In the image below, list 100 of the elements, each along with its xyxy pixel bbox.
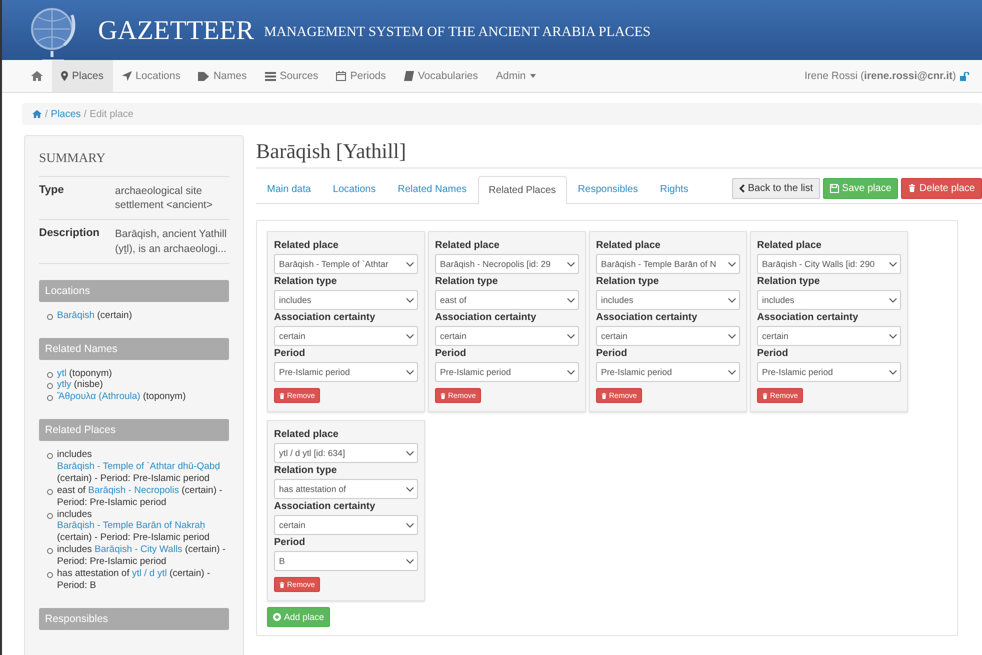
select-field[interactable]: certain [757, 326, 901, 346]
bullet-icon [47, 383, 53, 390]
section-header: Related Names [39, 338, 229, 360]
select-field[interactable]: certain [274, 515, 418, 535]
caret-icon [530, 74, 536, 78]
select-field[interactable]: certain [435, 326, 579, 346]
summary-list-item: ytly (nisbe) [57, 379, 103, 392]
summary-value: Barāqish, ancient Yathill (yṯl), is an archaeologi... [115, 227, 227, 256]
field-label: Related place [435, 240, 500, 251]
page-title: Barāqish [Yathill] [256, 139, 982, 169]
user-name[interactable]: Irene Rossi (irene.rossi@cnr.it) [804, 70, 956, 82]
place-link[interactable]: ytl [57, 368, 66, 379]
delete-button[interactable]: Delete place [901, 178, 982, 198]
place-link[interactable]: Barāqish [57, 310, 94, 321]
nav-item[interactable]: Locations [112, 60, 190, 92]
field-label: Association certainty [757, 312, 860, 323]
nav-item[interactable]: Places [52, 60, 113, 92]
nav-item[interactable]: Periods [327, 60, 395, 92]
nav-item[interactable]: Names [189, 60, 256, 92]
section-header: Related Places [39, 419, 229, 442]
back-button[interactable]: Back to the list [732, 178, 820, 198]
chevron-down-icon [889, 262, 897, 266]
place-link[interactable]: Barāqish - Necropolis [88, 484, 179, 496]
summary-list-item: Barāqish (certain) [57, 310, 132, 322]
field-label: Related place [274, 240, 340, 251]
unlock-icon[interactable] [960, 72, 970, 80]
select-field[interactable]: includes [757, 290, 901, 310]
field-label: Association certainty [435, 312, 538, 323]
trash-icon [440, 392, 446, 398]
select-field[interactable]: Barāqish - City Walls [id: 290 [757, 254, 901, 274]
list-icon [264, 72, 276, 80]
chevron-down-icon [406, 486, 414, 492]
breadcrumb-current: Edit place [90, 108, 134, 120]
field-label: Period [596, 348, 628, 359]
place-link[interactable]: Barāqish - City Walls [94, 544, 182, 556]
tab[interactable]: Related Names [386, 175, 478, 203]
place-link[interactable]: ytly [57, 379, 72, 390]
select-field[interactable]: Pre-Islamic period [435, 362, 579, 382]
plus-circle-icon [273, 613, 281, 621]
location-arrow-icon [122, 71, 132, 81]
section-header: Responsibles [39, 608, 229, 630]
summary-value: archaeological site settlement <ancient> [115, 184, 212, 212]
separator: / [84, 108, 87, 120]
select-field[interactable]: Pre-Islamic period [274, 362, 418, 382]
field-label: Association certainty [274, 312, 376, 323]
bullet-icon [47, 453, 53, 460]
app-subtitle: MANAGEMENT SYSTEM OF THE ANCIENT ARABIA PLACES [264, 25, 651, 41]
chevron-down-icon [406, 298, 414, 302]
select-field[interactable]: certain [596, 326, 740, 346]
chevron-down-icon [406, 334, 414, 338]
bullet-icon [47, 548, 53, 554]
tab[interactable]: Main data [256, 175, 322, 203]
chevron-down-icon [567, 262, 575, 266]
field-label: Related place [274, 429, 340, 440]
chevron-down-icon [889, 370, 897, 374]
select-field[interactable]: Barāqish - Necropolis [id: 29 [435, 254, 579, 274]
select-field[interactable]: Barāqish - Temple Barān of N [596, 254, 740, 274]
select-field[interactable]: includes [274, 290, 418, 310]
add-place-button[interactable]: Add place [267, 607, 330, 627]
select-field[interactable]: includes [596, 290, 740, 310]
field-label: Association certainty [596, 312, 698, 323]
nav-item[interactable]: Vocabularies [394, 60, 487, 92]
admin-menu[interactable]: Admin [487, 60, 545, 92]
section-header: Locations [39, 280, 229, 302]
place-link[interactable]: ytl / d ytl [132, 568, 167, 579]
tab[interactable]: Rights [648, 175, 700, 203]
tab[interactable]: Responsibles [566, 175, 649, 203]
select-field[interactable]: Barāqish - Temple of `Athtar [274, 254, 418, 274]
field-label: Relation type [274, 465, 338, 476]
place-link[interactable]: Barāqish - Temple Barān of Nakraḥ [57, 520, 206, 532]
select-field[interactable]: has attestation of [274, 479, 418, 499]
chevron-left-icon [738, 184, 745, 192]
chevron-down-icon [728, 298, 736, 302]
bullet-icon [47, 572, 53, 578]
select-field[interactable]: Pre-Islamic period [757, 362, 901, 382]
select-field[interactable]: Pre-Islamic period [596, 362, 740, 382]
tab[interactable]: Related Places [478, 176, 567, 204]
chevron-down-icon [406, 450, 414, 456]
trash-icon [762, 392, 768, 398]
trash-icon [601, 392, 607, 398]
chevron-down-icon [567, 370, 575, 374]
tab[interactable]: Locations [322, 175, 387, 203]
select-field[interactable]: certain [274, 326, 418, 346]
chevron-down-icon [406, 262, 414, 266]
chevron-down-icon [889, 334, 897, 338]
breadcrumb-link[interactable]: Places [50, 108, 81, 120]
select-field[interactable]: east of [435, 290, 579, 310]
place-link[interactable]: Ἄθρουλα (Athroula) [57, 391, 140, 402]
select-field[interactable]: B [274, 551, 418, 571]
place-link[interactable]: Barāqish - Temple of `Athtar dhū-Qabḍ [57, 461, 220, 472]
bullet-icon [47, 488, 53, 495]
trash-icon [279, 582, 285, 588]
chevron-down-icon [406, 522, 414, 528]
summary-list-item: ytl (toponym) [57, 368, 112, 380]
nav-item[interactable]: Sources [256, 60, 328, 92]
summary-label: Type [39, 184, 65, 198]
home-icon[interactable] [32, 110, 42, 118]
field-label: Relation type [274, 276, 338, 287]
save-button[interactable]: Save place [822, 178, 898, 198]
select-field[interactable]: ytl / d ytl [id: 634] [274, 443, 418, 463]
